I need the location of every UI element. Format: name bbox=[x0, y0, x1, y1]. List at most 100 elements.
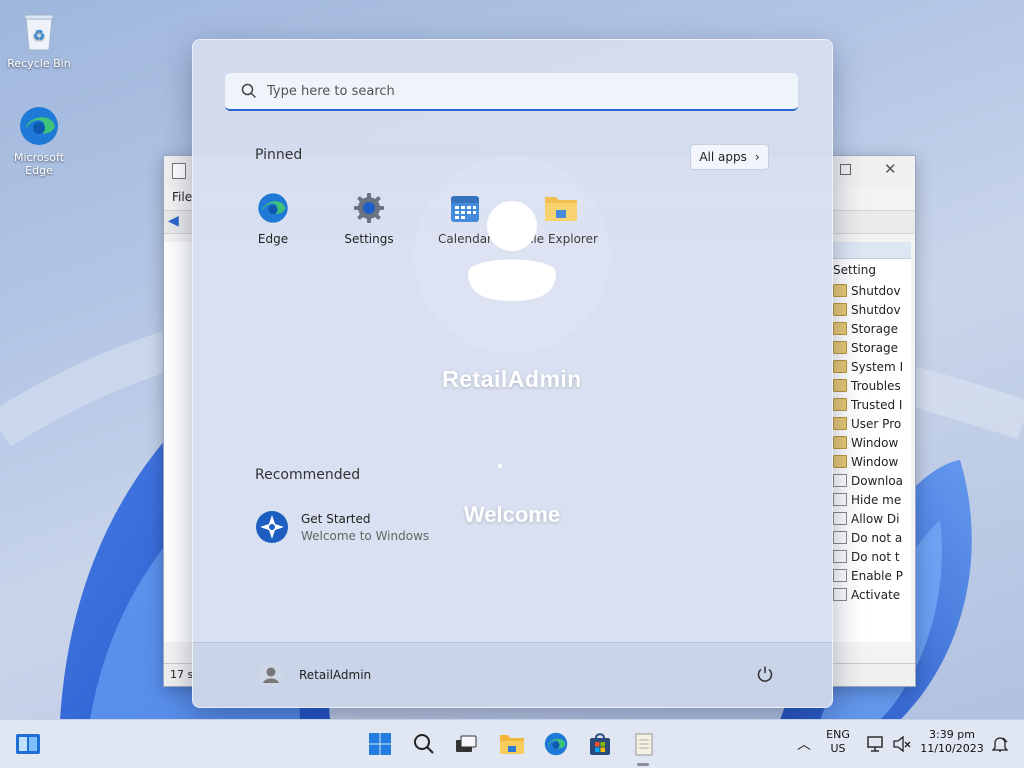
settings-list: Shutdov Shutdov Storage Storage System I Trou… bbox=[833, 281, 911, 604]
task-view-button[interactable] bbox=[452, 730, 480, 758]
active-app-indicator bbox=[637, 763, 649, 766]
pinned-app-edge[interactable]: Edge bbox=[228, 190, 318, 246]
power-icon bbox=[757, 666, 773, 682]
settings-list-item[interactable]: Shutdov bbox=[833, 300, 911, 319]
settings-list-item-label: User Pro bbox=[851, 416, 902, 431]
input-language-indicator[interactable]: ENG US bbox=[822, 728, 854, 756]
folder-icon bbox=[833, 360, 847, 373]
settings-list-item[interactable]: System I bbox=[833, 357, 911, 376]
settings-list-item[interactable]: Storage bbox=[833, 338, 911, 357]
column-header-setting[interactable]: Setting bbox=[833, 259, 911, 281]
calendar-icon bbox=[447, 190, 483, 226]
settings-list-item[interactable]: Storage bbox=[833, 319, 911, 338]
desktop-icon-recycle-bin[interactable]: ♻ Recycle Bin bbox=[4, 10, 74, 70]
pinned-app-file-explorer[interactable]: File Explorer bbox=[516, 190, 606, 246]
taskbar-search-button[interactable] bbox=[410, 730, 438, 758]
clock-time: 3:39 pm bbox=[929, 728, 975, 741]
chevron-up-icon: ︿ bbox=[797, 737, 811, 753]
settings-list-item[interactable]: Troubles bbox=[833, 376, 911, 395]
edge-icon bbox=[544, 732, 568, 756]
taskbar-store[interactable] bbox=[586, 730, 614, 758]
settings-list-item-label: Do not t bbox=[851, 549, 900, 564]
pinned-app-label: Settings bbox=[344, 232, 394, 246]
recommended-item-get-started[interactable]: Get Started Welcome to Windows bbox=[255, 510, 429, 544]
settings-list-item[interactable]: Downloa bbox=[833, 471, 911, 490]
settings-list-item[interactable]: Shutdov bbox=[833, 281, 911, 300]
recommended-item-subtitle: Welcome to Windows bbox=[301, 528, 430, 543]
region-code: US bbox=[830, 742, 846, 755]
gear-icon bbox=[351, 190, 387, 226]
maximize-icon[interactable] bbox=[840, 164, 851, 175]
settings-list-pane[interactable]: Setting Shutdov Shutdov Storage Storage Syst… bbox=[832, 242, 911, 642]
settings-list-item[interactable]: Trusted I bbox=[833, 395, 911, 414]
settings-list-item-label: Hide me bbox=[851, 492, 902, 507]
edge-icon bbox=[17, 104, 61, 148]
settings-list-item[interactable]: Allow Di bbox=[833, 509, 911, 528]
notepad-icon bbox=[635, 733, 653, 756]
taskbar-edge[interactable] bbox=[542, 730, 570, 758]
settings-list-item-label: Activate bbox=[851, 587, 901, 602]
clock-date: 11/10/2023 bbox=[920, 742, 984, 755]
policy-setting-icon bbox=[833, 550, 847, 563]
settings-list-item[interactable]: Enable P bbox=[833, 566, 911, 585]
desktop-icon-label: Microsoft Edge bbox=[13, 151, 65, 177]
user-name-label: RetailAdmin bbox=[299, 668, 372, 682]
pinned-app-label: Calendar bbox=[438, 232, 492, 246]
network-button[interactable] bbox=[862, 730, 890, 758]
settings-list-item[interactable]: User Pro bbox=[833, 414, 911, 433]
desktop-icon-edge[interactable]: Microsoft Edge bbox=[4, 104, 74, 177]
settings-list-item[interactable]: Window bbox=[833, 452, 911, 471]
all-apps-button[interactable]: All apps › bbox=[690, 144, 769, 170]
store-icon bbox=[590, 733, 610, 755]
taskbar-notepad[interactable] bbox=[630, 730, 658, 758]
settings-list-item-label: Do not a bbox=[851, 530, 903, 545]
search-box[interactable]: Type here to search bbox=[225, 73, 798, 111]
settings-list-item-label: Shutdov bbox=[851, 283, 901, 298]
pinned-app-calendar[interactable]: Calendar bbox=[420, 190, 510, 246]
taskbar-file-explorer[interactable] bbox=[498, 730, 526, 758]
pinned-heading: Pinned bbox=[255, 147, 303, 163]
settings-list-item[interactable]: Activate bbox=[833, 585, 911, 604]
close-icon[interactable]: ✕ bbox=[884, 160, 897, 178]
folder-icon bbox=[500, 735, 524, 754]
start-menu: Type here to search Pinned All apps › Ed… bbox=[192, 39, 833, 708]
pane-header-bar bbox=[833, 242, 911, 259]
power-button[interactable] bbox=[756, 665, 774, 686]
user-account-button[interactable]: RetailAdmin bbox=[259, 663, 371, 687]
settings-list-item[interactable]: Do not a bbox=[833, 528, 911, 547]
menu-file[interactable]: File bbox=[172, 190, 192, 204]
edge-icon bbox=[255, 190, 291, 226]
widgets-button[interactable] bbox=[14, 730, 42, 758]
folder-icon bbox=[543, 190, 579, 226]
settings-list-item-label: Window bbox=[851, 454, 899, 469]
volume-button[interactable] bbox=[888, 730, 916, 758]
search-icon bbox=[241, 83, 257, 99]
search-placeholder: Type here to search bbox=[267, 83, 395, 99]
pinned-app-label: File Explorer bbox=[524, 232, 598, 246]
settings-list-item[interactable]: Hide me bbox=[833, 490, 911, 509]
folder-icon bbox=[833, 398, 847, 411]
notifications-button[interactable] bbox=[986, 730, 1014, 758]
policy-setting-icon bbox=[833, 512, 847, 525]
clock[interactable]: 3:39 pm 11/10/2023 bbox=[918, 728, 986, 756]
policy-setting-icon bbox=[833, 531, 847, 544]
folder-icon bbox=[833, 284, 847, 297]
show-hidden-icons-button[interactable]: ︿ bbox=[790, 730, 818, 758]
recommended-heading: Recommended bbox=[255, 467, 361, 483]
settings-list-item[interactable]: Window bbox=[833, 433, 911, 452]
settings-list-item-label: System I bbox=[851, 359, 904, 374]
folder-icon bbox=[833, 341, 847, 354]
settings-list-item-label: Window bbox=[851, 435, 899, 450]
tree-pane[interactable] bbox=[164, 242, 195, 642]
back-arrow-icon[interactable]: ◀ bbox=[168, 213, 179, 229]
folder-icon bbox=[833, 455, 847, 468]
folder-icon bbox=[833, 322, 847, 335]
pinned-app-settings[interactable]: Settings bbox=[324, 190, 414, 246]
settings-list-item-label: Storage bbox=[851, 321, 898, 336]
settings-list-item[interactable]: Do not t bbox=[833, 547, 911, 566]
start-button[interactable] bbox=[366, 730, 394, 758]
settings-list-item-label: Downloa bbox=[851, 473, 904, 488]
policy-setting-icon bbox=[833, 588, 847, 601]
task-view-icon bbox=[456, 735, 477, 752]
policy-setting-icon bbox=[833, 493, 847, 506]
